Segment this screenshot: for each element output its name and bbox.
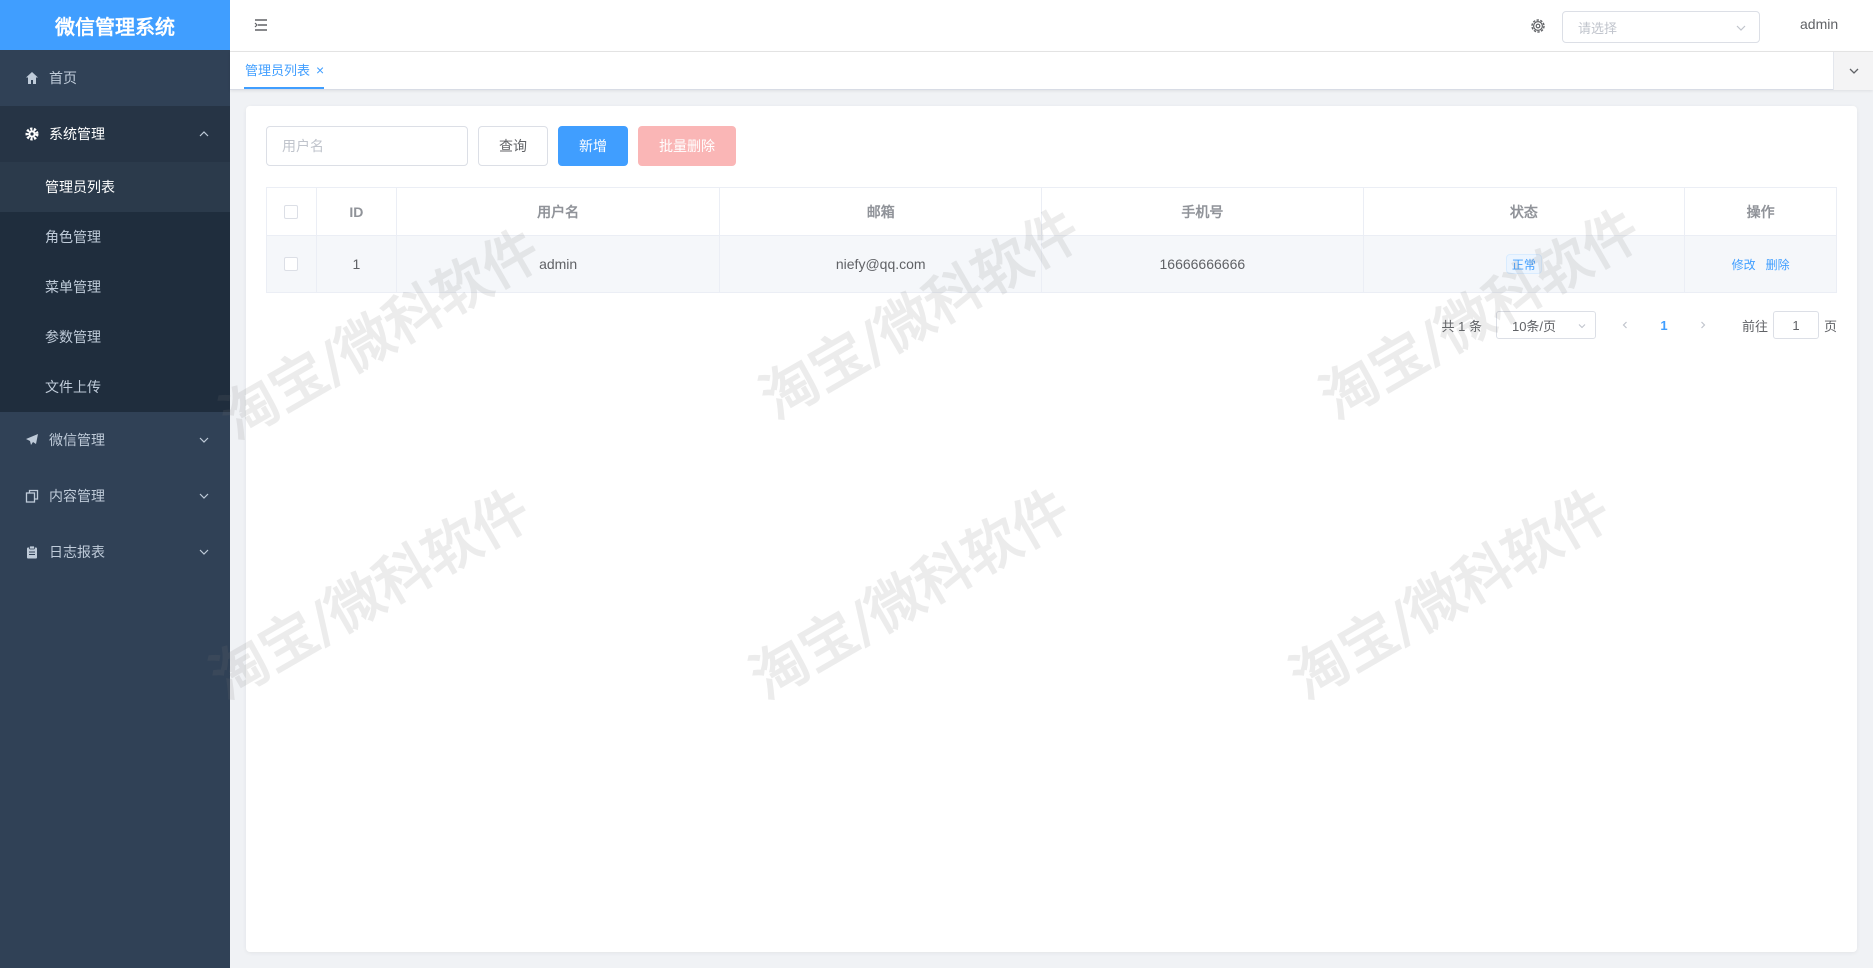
table-cell-id: 1 [317, 236, 397, 292]
batch-delete-button[interactable]: 批量删除 [638, 126, 736, 166]
admin-table: ID 用户名 邮箱 手机号 状态 操作 1 admin niefy@qq.com… [266, 187, 1837, 293]
page-size-value: 10条/页 [1511, 318, 1557, 334]
page-number[interactable]: 1 [1640, 311, 1688, 339]
status-badge: 正常 [1505, 254, 1542, 274]
clipboard-icon [24, 544, 40, 560]
table-header: ID 用户名 邮箱 手机号 状态 操作 [267, 188, 1837, 236]
header-select-placeholder: 请选择 [1578, 20, 1618, 36]
chevron-left-icon [1622, 321, 1627, 329]
add-button[interactable]: 新增 [558, 126, 628, 166]
chevron-down-icon [199, 549, 209, 555]
chevron-right-icon [1701, 321, 1706, 329]
hamburger-icon[interactable] [252, 16, 270, 34]
table-body: 1 admin niefy@qq.com 16666666666 正常 修改 删… [267, 236, 1836, 292]
gear-icon [1531, 18, 1545, 33]
home-icon [24, 70, 40, 86]
query-button[interactable]: 查询 [478, 126, 548, 166]
top-navbar: 请选择 admin [230, 0, 1873, 52]
table-cell-email: niefy@qq.com [720, 236, 1043, 292]
chevron-down-icon [1849, 68, 1858, 74]
username-search-input[interactable]: 用户名 [266, 126, 468, 166]
column-header: 操作 [1685, 188, 1837, 236]
sidebar-item-label: 菜单管理 [45, 279, 101, 295]
table-row: 1 admin niefy@qq.com 16666666666 正常 修改 删… [267, 236, 1836, 292]
sidebar-item-label: 参数管理 [45, 329, 101, 345]
tags-dropdown-button[interactable] [1833, 52, 1873, 90]
sidebar-menu: 首页 系统管理 管理员列表 角色管理 菜单管理 参数管理 文件上传 微信管理 内… [0, 50, 230, 580]
tags-bar: 管理员列表 × [230, 52, 1873, 90]
column-header: 状态 [1363, 188, 1686, 236]
paper-plane-icon [24, 432, 40, 448]
chevron-down-icon [199, 493, 209, 499]
sidebar-item-params[interactable]: 参数管理 [0, 312, 230, 362]
chevron-down-icon [199, 437, 209, 443]
jumper-input[interactable]: 1 [1772, 311, 1819, 339]
chevron-up-icon [199, 131, 209, 137]
header-select-cell [267, 188, 317, 236]
toolbar: 用户名 查询 新增 批量删除 [266, 126, 746, 166]
table-cell-username: admin [397, 236, 721, 292]
edit-link[interactable]: 修改 [1732, 256, 1756, 273]
main-card: 用户名 查询 新增 批量删除 ID 用户名 邮箱 手机号 状态 操作 1 adm… [246, 106, 1857, 952]
close-icon[interactable]: × [316, 62, 324, 78]
sidebar-item-roles[interactable]: 角色管理 [0, 212, 230, 262]
select-all-checkbox[interactable] [284, 204, 299, 219]
sidebar-item-admin-list[interactable]: 管理员列表 [0, 162, 230, 212]
sidebar-item-label: 内容管理 [49, 488, 105, 504]
table-cell-actions: 修改 删除 [1685, 236, 1836, 292]
page-jumper: 前往 1 页 [1742, 311, 1837, 339]
sidebar-item-content[interactable]: 内容管理 [0, 468, 230, 524]
sidebar-item-label: 日志报表 [49, 544, 105, 560]
jumper-prefix: 前往 [1741, 318, 1768, 334]
table-cell-status: 正常 [1364, 236, 1686, 292]
user-menu[interactable]: admin [1800, 16, 1838, 32]
app-logo-title: 微信管理系统 [0, 0, 230, 50]
gear-icon [24, 126, 40, 142]
sidebar-item-home[interactable]: 首页 [0, 50, 230, 106]
table-cell-phone: 16666666666 [1042, 236, 1364, 292]
next-page-button[interactable] [1688, 311, 1718, 339]
pagination-total: 共 1 条 [1441, 318, 1482, 334]
sidebar-item-system[interactable]: 系统管理 [0, 106, 230, 162]
sidebar-item-label: 管理员列表 [45, 179, 115, 195]
page-size-select[interactable]: 10条/页 [1495, 311, 1596, 339]
chevron-down-icon [1736, 25, 1746, 31]
header-select[interactable]: 请选择 [1562, 11, 1760, 43]
pagination: 共 1 条 10条/页 1 前往 1 页 [1441, 311, 1837, 339]
column-header: 用户名 [396, 188, 721, 236]
jumper-suffix: 页 [1823, 318, 1837, 334]
tab-admin-list[interactable]: 管理员列表 × [244, 52, 325, 89]
column-header: 手机号 [1042, 188, 1364, 236]
sidebar-item-menus[interactable]: 菜单管理 [0, 262, 230, 312]
sidebar-item-upload[interactable]: 文件上传 [0, 362, 230, 412]
sidebar-item-wechat[interactable]: 微信管理 [0, 412, 230, 468]
tab-label: 管理员列表 [245, 63, 311, 78]
sidebar-item-label: 微信管理 [49, 432, 105, 448]
column-header: 邮箱 [720, 188, 1043, 236]
delete-link[interactable]: 删除 [1766, 256, 1790, 273]
row-select-cell [267, 236, 317, 292]
sidebar-item-label: 角色管理 [45, 229, 101, 245]
row-checkbox[interactable] [284, 257, 299, 271]
chevron-down-icon [1578, 324, 1586, 329]
sidebar-item-label: 系统管理 [49, 126, 105, 142]
sidebar: 微信管理系统 首页 系统管理 管理员列表 角色管理 菜单管理 参数管理 文件上传 [0, 0, 230, 968]
copy-icon [24, 488, 40, 504]
column-header: ID [316, 188, 397, 236]
sidebar-item-label: 文件上传 [45, 379, 101, 395]
prev-page-button[interactable] [1610, 311, 1640, 339]
sidebar-item-label: 首页 [49, 70, 77, 86]
submenu-system: 管理员列表 角色管理 菜单管理 参数管理 文件上传 [0, 162, 230, 412]
sidebar-item-logs[interactable]: 日志报表 [0, 524, 230, 580]
